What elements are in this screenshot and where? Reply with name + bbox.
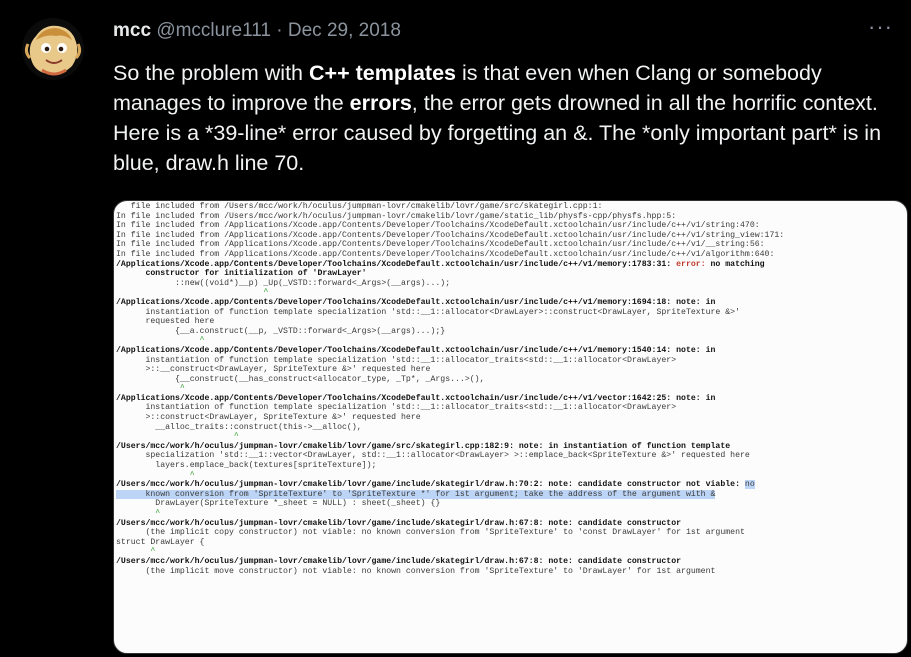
code-line: ::new((void*)__p) _Up(_VSTD::forward<_Ar… xyxy=(116,279,784,289)
code-line-text: ^ xyxy=(116,547,156,557)
code-line: In file included from /Applications/Xcod… xyxy=(116,221,784,231)
code-line-text: (the implicit copy constructor) not viab… xyxy=(116,528,745,538)
code-line-text: /Users/mcc/work/h/oculus/jumpman-lovr/cm… xyxy=(116,556,682,566)
code-line: >::construct<DrawLayer, SpriteTexture &>… xyxy=(116,413,784,423)
code-line: /Applications/Xcode.app/Contents/Develop… xyxy=(116,260,784,270)
code-line-text: __alloc_traits::construct(this->__alloc(… xyxy=(116,422,362,432)
code-line-text: specialization 'std::__1::vector<DrawLay… xyxy=(116,451,750,461)
code-line: ^ xyxy=(116,432,784,442)
tweet[interactable]: mcc @mcclure111 · Dec 29, 2018 ··· So th… xyxy=(0,0,911,657)
author-name[interactable]: mcc xyxy=(113,20,151,41)
code-line: DrawLayer(SpriteTexture *_sheet = NULL) … xyxy=(116,499,784,509)
tweet-text: So the problem with C++ templates is tha… xyxy=(113,58,893,178)
tweet-text-bold: C++ xyxy=(309,61,350,85)
code-line-text: In file included from /Applications/Xcod… xyxy=(116,230,785,240)
code-line: (the implicit copy constructor) not viab… xyxy=(116,528,784,538)
code-line: ^ xyxy=(116,509,784,519)
code-line-text: instantiation of function template speci… xyxy=(116,355,677,365)
code-line-text: layers.emplace_back(textures[spriteTextu… xyxy=(116,461,377,471)
code-line: >::__construct<DrawLayer, SpriteTexture … xyxy=(116,365,784,375)
avatar-illustration xyxy=(22,18,84,80)
code-line-text: /Applications/Xcode.app/Contents/Develop… xyxy=(116,259,677,269)
code-line-text: ^ xyxy=(116,509,161,518)
code-line: instantiation of function template speci… xyxy=(116,356,784,366)
code-line-text: /Users/mcc/work/h/oculus/jumpman-lovr/cm… xyxy=(116,441,731,451)
code-line-text: ::new((void*)__p) _Up(_VSTD::forward<_Ar… xyxy=(116,278,451,288)
code-line-text: In file included from /Applications/Xcod… xyxy=(116,240,765,250)
code-line-text: ^ xyxy=(116,432,239,442)
code-line-text: struct DrawLayer { xyxy=(116,537,205,547)
compiler-error-output: file included from /Users/mcc/work/h/ocu… xyxy=(116,202,784,576)
code-line-text: known conversion from 'SpriteTexture' to… xyxy=(116,489,716,499)
code-line: constructor for initialization of 'DrawL… xyxy=(116,269,784,279)
tweet-text-segment: So the problem with xyxy=(113,61,309,85)
code-line-text: DrawLayer(SpriteTexture *_sheet = NULL) … xyxy=(116,499,441,509)
code-line-text: (the implicit move constructor) not viab… xyxy=(116,566,716,576)
tweet-date[interactable]: Dec 29, 2018 xyxy=(288,20,401,41)
code-line: In file included from /Applications/Xcod… xyxy=(116,231,784,241)
code-line: ^ xyxy=(116,471,784,481)
code-line: /Users/mcc/work/h/oculus/jumpman-lovr/cm… xyxy=(116,557,784,567)
more-options-icon[interactable]: ··· xyxy=(868,14,893,40)
code-line-text: /Users/mcc/work/h/oculus/jumpman-lovr/cm… xyxy=(116,518,682,528)
tweet-text-bold: errors xyxy=(349,91,412,115)
code-line-text: instantiation of function template speci… xyxy=(116,307,740,317)
separator: · xyxy=(276,20,283,41)
code-line: instantiation of function template speci… xyxy=(116,308,784,318)
code-line: ^ xyxy=(116,384,784,394)
code-line-text: ^ xyxy=(116,384,185,394)
code-line: ^ xyxy=(116,547,784,557)
code-line: instantiation of function template speci… xyxy=(116,403,784,413)
code-line-rest: no matching xyxy=(705,259,765,269)
code-line-text: ^ xyxy=(116,288,269,298)
tweet-header: mcc @mcclure111 · Dec 29, 2018 xyxy=(113,20,401,42)
code-line-text: >::__construct<DrawLayer, SpriteTexture … xyxy=(116,365,431,375)
avatar[interactable] xyxy=(22,18,84,80)
code-line-text: /Users/mcc/work/h/oculus/jumpman-lovr/cm… xyxy=(116,480,745,490)
code-line: In file included from /Users/mcc/work/h/… xyxy=(116,212,784,222)
code-line: /Users/mcc/work/h/oculus/jumpman-lovr/cm… xyxy=(116,442,784,452)
code-line: /Applications/Xcode.app/Contents/Develop… xyxy=(116,298,784,308)
code-line-text: /Applications/Xcode.app/Contents/Develop… xyxy=(116,297,716,307)
code-line: ^ xyxy=(116,336,784,346)
code-line-text: /Applications/Xcode.app/Contents/Develop… xyxy=(116,345,716,355)
code-line: requested here xyxy=(116,317,784,327)
error-label: error: xyxy=(676,259,706,269)
code-line: file included from /Users/mcc/work/h/ocu… xyxy=(116,202,784,212)
code-line-text: In file included from /Users/mcc/work/h/… xyxy=(116,211,677,221)
code-line: In file included from /Applications/Xcod… xyxy=(116,250,784,260)
code-line-text: In file included from /Applications/Xcod… xyxy=(116,249,775,259)
code-line-text: file included from /Users/mcc/work/h/ocu… xyxy=(116,202,603,211)
code-line: (the implicit move constructor) not viab… xyxy=(116,567,784,577)
code-line: struct DrawLayer { xyxy=(116,538,784,548)
code-line-text: requested here xyxy=(116,317,215,327)
code-line: /Applications/Xcode.app/Contents/Develop… xyxy=(116,346,784,356)
code-line-text: constructor for initialization of 'DrawL… xyxy=(116,269,367,279)
code-line: layers.emplace_back(textures[spriteTextu… xyxy=(116,461,784,471)
code-line: known conversion from 'SpriteTexture' to… xyxy=(116,489,784,500)
code-line: __alloc_traits::construct(this->__alloc(… xyxy=(116,423,784,433)
highlighted-text: no xyxy=(744,480,755,490)
code-line-text: {__construct(__has_construct<allocator_t… xyxy=(116,374,485,384)
code-line: {__construct(__has_construct<allocator_t… xyxy=(116,375,784,385)
code-line: specialization 'std::__1::vector<DrawLay… xyxy=(116,451,784,461)
code-line-text: instantiation of function template speci… xyxy=(116,403,677,413)
code-line-text: ^ xyxy=(116,336,205,346)
code-line-text: /Applications/Xcode.app/Contents/Develop… xyxy=(116,393,716,403)
code-line: In file included from /Applications/Xcod… xyxy=(116,240,784,250)
code-line: /Users/mcc/work/h/oculus/jumpman-lovr/cm… xyxy=(116,480,784,490)
code-line-text: ^ xyxy=(116,470,195,480)
code-line: ^ xyxy=(116,288,784,298)
code-line: {__a.construct(__p, _VSTD::forward<_Args… xyxy=(116,327,784,337)
code-line: /Users/mcc/work/h/oculus/jumpman-lovr/cm… xyxy=(116,519,784,529)
tweet-text-bold: templates xyxy=(355,61,456,85)
code-line-text: {__a.construct(__p, _VSTD::forward<_Args… xyxy=(116,326,446,336)
code-line-text: >::construct<DrawLayer, SpriteTexture &>… xyxy=(116,413,421,423)
author-handle[interactable]: @mcclure111 xyxy=(156,20,271,41)
tweet-image[interactable]: file included from /Users/mcc/work/h/ocu… xyxy=(113,200,908,654)
code-line-text: In file included from /Applications/Xcod… xyxy=(116,221,760,231)
